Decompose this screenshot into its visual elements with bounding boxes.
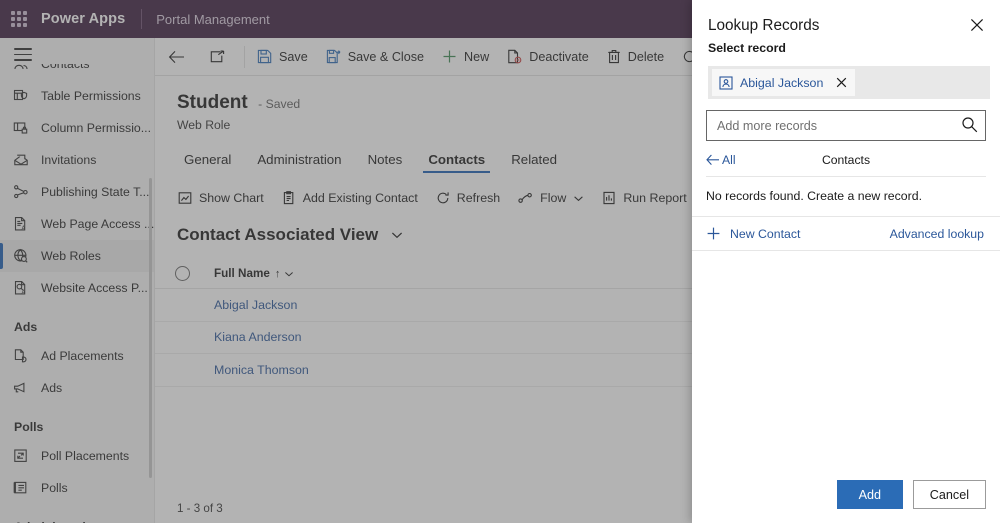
lookup-search — [706, 110, 986, 141]
back-arrow-icon — [706, 154, 720, 166]
new-contact-label: New Contact — [730, 226, 801, 241]
selected-records-band: Abigal Jackson — [708, 66, 990, 99]
cancel-button[interactable]: Cancel — [912, 480, 986, 509]
lookup-entity-label: Contacts — [821, 153, 871, 167]
add-button[interactable]: Add — [836, 480, 903, 509]
back-to-all-label: All — [722, 153, 736, 167]
new-contact-button[interactable]: New Contact — [706, 226, 800, 241]
selected-record-chip[interactable]: Abigal Jackson — [712, 69, 856, 96]
panel-spacer — [692, 251, 1000, 480]
panel-header: Lookup Records Select record — [692, 0, 1000, 55]
panel-subtitle: Select record — [708, 41, 786, 55]
plus-icon — [706, 226, 721, 241]
empty-results-message: No records found. Create a new record. — [692, 177, 1000, 217]
panel-title: Lookup Records — [708, 17, 820, 34]
advanced-lookup-link[interactable]: Advanced lookup — [890, 227, 984, 241]
close-icon[interactable] — [964, 12, 990, 38]
back-to-all-link[interactable]: All — [706, 153, 736, 167]
app-root: Power Apps Portal Management Contacts Ta… — [0, 0, 1000, 523]
search-icon[interactable] — [961, 116, 978, 133]
close-icon[interactable] — [833, 75, 849, 91]
search-input[interactable] — [706, 110, 986, 141]
panel-footer: Add Cancel — [692, 480, 1000, 523]
contact-record-icon — [719, 75, 733, 90]
lookup-action-row: New Contact Advanced lookup — [692, 217, 1000, 251]
lookup-subnav: All Contacts — [706, 153, 986, 177]
lookup-records-panel: Lookup Records Select record Abigal Jack… — [692, 0, 1000, 523]
selected-record-label: Abigal Jackson — [740, 75, 824, 90]
modal-overlay[interactable] — [0, 0, 692, 523]
